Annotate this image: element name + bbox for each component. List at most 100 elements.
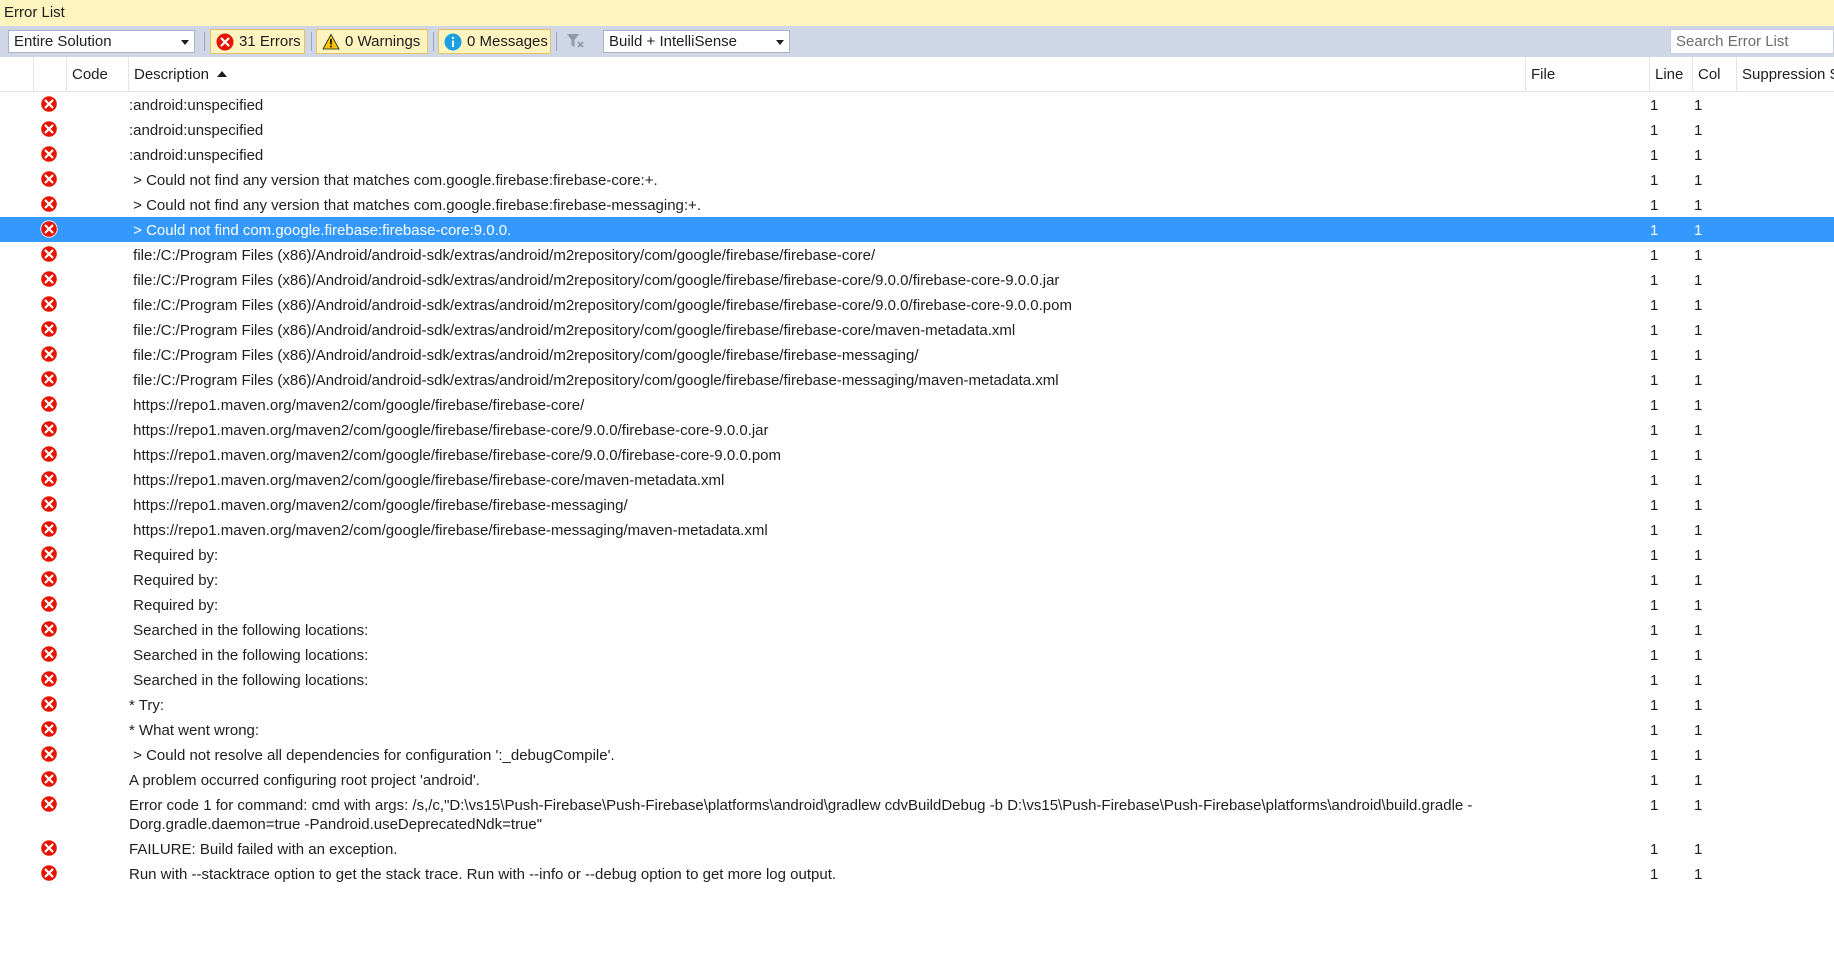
error-col: 1 [1694,122,1703,139]
error-row[interactable]: :android:unspecified 1 1 [0,92,1834,117]
error-row[interactable]: :android:unspecified 1 1 [0,117,1834,142]
error-col: 1 [1694,597,1703,614]
error-description: Searched in the following locations: [129,622,369,639]
error-row[interactable]: Searched in the following locations: 1 1 [0,642,1834,667]
error-col: 1 [1694,572,1703,589]
clear-filter-icon[interactable] [565,32,585,50]
error-line: 1 [1650,722,1659,739]
error-col: 1 [1694,172,1703,189]
column-header-suppression[interactable]: Suppression S [1737,57,1834,92]
error-row[interactable]: https://repo1.maven.org/maven2/com/googl… [0,492,1834,517]
error-description: file:/C:/Program Files (x86)/Android/and… [129,297,1072,314]
error-row[interactable]: Error code 1 for command: cmd with args:… [0,792,1834,836]
error-icon [41,696,57,712]
column-header-code[interactable]: Code [67,57,129,92]
error-line: 1 [1650,397,1659,414]
error-col: 1 [1694,372,1703,389]
error-row[interactable]: https://repo1.maven.org/maven2/com/googl… [0,392,1834,417]
column-header-file[interactable]: File [1526,57,1650,92]
error-icon [41,121,57,137]
error-description: A problem occurred configuring root proj… [129,772,480,789]
error-col: 1 [1694,672,1703,689]
toolbar: Entire Solution 31 Errors 0 Warnings 0 M… [0,26,1834,57]
error-icon [41,621,57,637]
error-row[interactable]: > Could not find com.google.firebase:fir… [0,217,1834,242]
column-header-file-label: File [1531,66,1556,83]
warnings-filter-button[interactable]: 0 Warnings [316,29,428,54]
error-row[interactable]: file:/C:/Program Files (x86)/Android/and… [0,267,1834,292]
error-col: 1 [1694,547,1703,564]
error-icon [41,546,57,562]
error-col: 1 [1694,472,1703,489]
error-row[interactable]: Required by: 1 1 [0,542,1834,567]
scope-dropdown[interactable]: Entire Solution [8,30,195,53]
error-col: 1 [1694,622,1703,639]
messages-filter-button[interactable]: 0 Messages [438,29,551,54]
error-row[interactable]: > Could not find any version that matche… [0,192,1834,217]
error-icon [41,471,57,487]
error-line: 1 [1650,372,1659,389]
errors-filter-button[interactable]: 31 Errors [210,29,305,54]
error-row[interactable]: file:/C:/Program Files (x86)/Android/and… [0,292,1834,317]
error-row[interactable]: file:/C:/Program Files (x86)/Android/and… [0,317,1834,342]
column-header-icon[interactable] [34,57,67,92]
error-description: file:/C:/Program Files (x86)/Android/and… [129,372,1059,389]
error-row[interactable]: Required by: 1 1 [0,567,1834,592]
error-line: 1 [1650,866,1659,883]
error-col: 1 [1694,222,1703,239]
error-icon [41,346,57,362]
error-description: :android:unspecified [129,122,264,139]
error-row[interactable]: file:/C:/Program Files (x86)/Android/and… [0,242,1834,267]
info-icon [444,33,462,51]
error-icon [41,446,57,462]
error-row[interactable]: Required by: 1 1 [0,592,1834,617]
error-row[interactable]: :android:unspecified 1 1 [0,142,1834,167]
error-description: FAILURE: Build failed with an exception. [129,841,398,858]
error-row[interactable]: * Try: 1 1 [0,692,1834,717]
error-row[interactable]: https://repo1.maven.org/maven2/com/googl… [0,442,1834,467]
error-line: 1 [1650,422,1659,439]
sort-ascending-icon [217,71,228,77]
error-icon [41,321,57,337]
scope-dropdown-value: Entire Solution [14,33,112,50]
error-col: 1 [1694,247,1703,264]
error-line: 1 [1650,197,1659,214]
error-icon [41,521,57,537]
column-header-checkbox[interactable] [0,57,34,92]
warning-icon [322,33,340,50]
error-line: 1 [1650,572,1659,589]
error-row[interactable]: FAILURE: Build failed with an exception.… [0,836,1834,861]
error-row[interactable]: A problem occurred configuring root proj… [0,767,1834,792]
error-icon [41,496,57,512]
error-row[interactable]: file:/C:/Program Files (x86)/Android/and… [0,367,1834,392]
error-row[interactable]: Run with --stacktrace option to get the … [0,861,1834,886]
error-row[interactable]: > Could not find any version that matche… [0,167,1834,192]
error-description: https://repo1.maven.org/maven2/com/googl… [129,472,725,489]
error-row[interactable]: https://repo1.maven.org/maven2/com/googl… [0,417,1834,442]
error-row[interactable]: https://repo1.maven.org/maven2/com/googl… [0,517,1834,542]
error-row[interactable]: * What went wrong: 1 1 [0,717,1834,742]
error-row[interactable]: file:/C:/Program Files (x86)/Android/and… [0,342,1834,367]
error-description: Required by: [129,572,219,589]
chevron-down-icon [181,40,189,45]
error-line: 1 [1650,622,1659,639]
error-icon [41,671,57,687]
error-col: 1 [1694,447,1703,464]
error-icon [41,746,57,762]
error-row[interactable]: > Could not resolve all dependencies for… [0,742,1834,767]
column-header-col[interactable]: Col [1693,57,1737,92]
error-col: 1 [1694,397,1703,414]
search-error-list-input[interactable]: Search Error List [1670,29,1834,54]
error-list-rows: :android:unspecified 1 1:android:unspecifi… [0,92,1834,886]
column-header-row: Code Description File Line Col Suppressi… [0,57,1834,92]
error-description: :android:unspecified [129,97,264,114]
column-header-line[interactable]: Line [1650,57,1693,92]
error-line: 1 [1650,97,1659,114]
column-header-description[interactable]: Description [129,57,1526,92]
error-row[interactable]: Searched in the following locations: 1 1 [0,667,1834,692]
column-header-code-label: Code [72,66,108,83]
error-row[interactable]: Searched in the following locations: 1 1 [0,617,1834,642]
error-icon [41,146,57,162]
source-dropdown[interactable]: Build + IntelliSense [603,30,790,53]
error-row[interactable]: https://repo1.maven.org/maven2/com/googl… [0,467,1834,492]
